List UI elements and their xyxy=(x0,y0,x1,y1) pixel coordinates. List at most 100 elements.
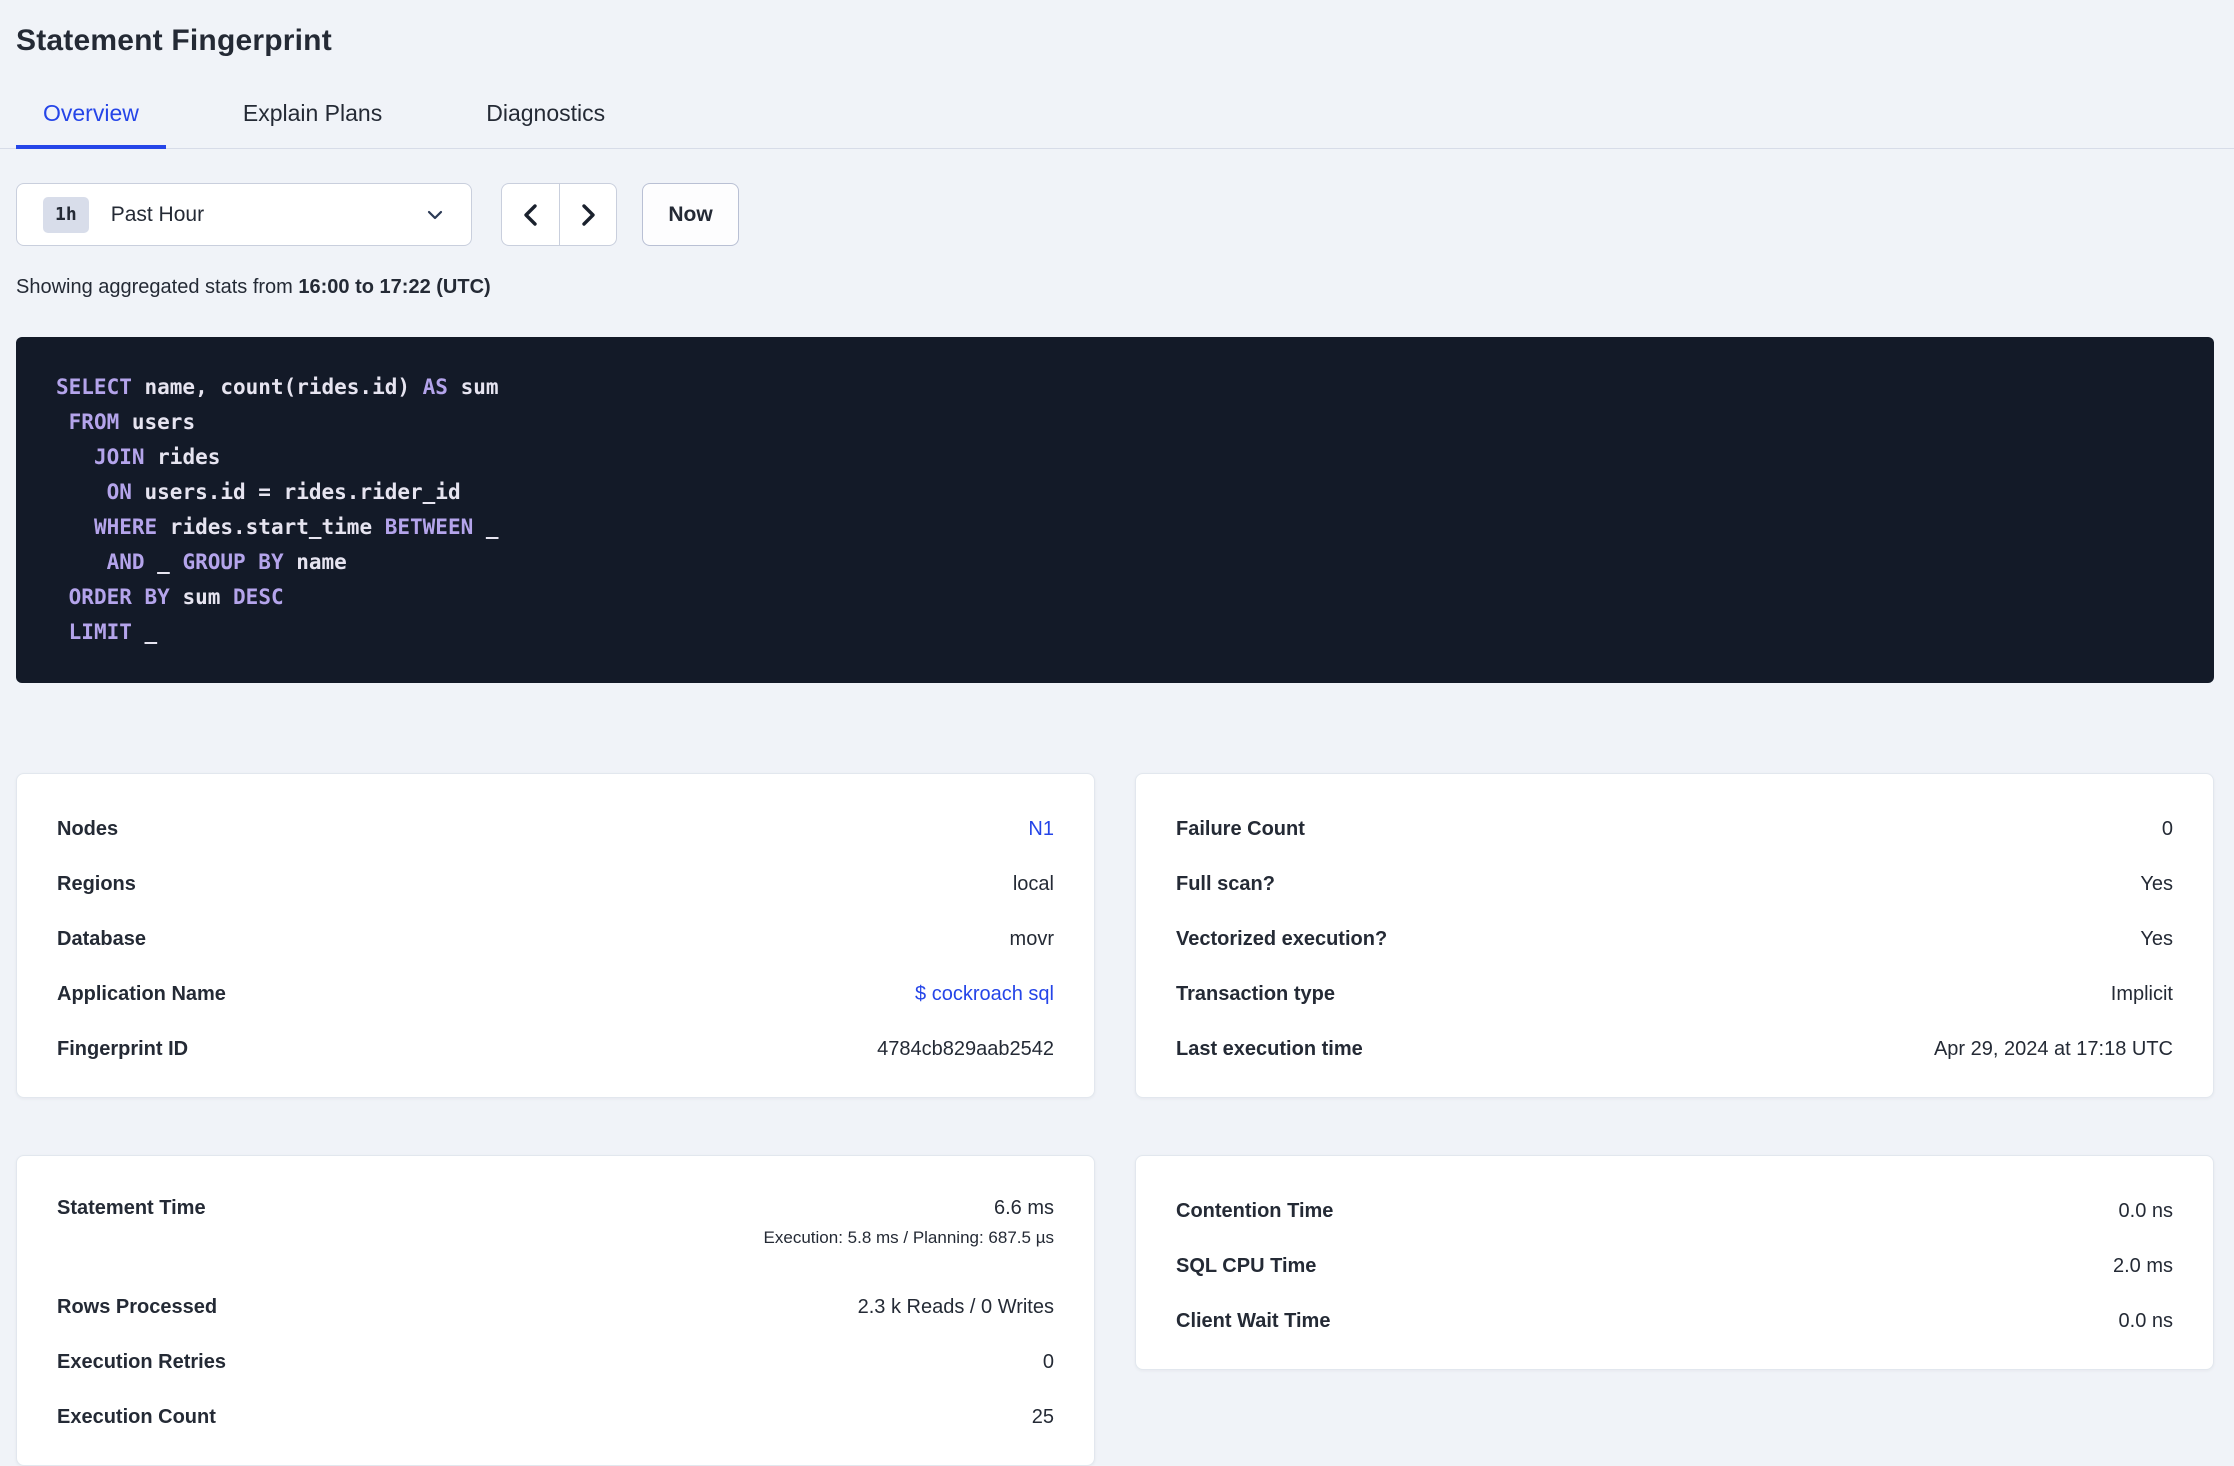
card-row: Failure Count 0 xyxy=(1176,802,2173,857)
row-value-text: Apr 29, 2024 at 17:18 UTC xyxy=(1933,1038,2173,1060)
sql-keyword: AS xyxy=(422,375,448,399)
sql-keyword: SELECT xyxy=(56,375,132,399)
time-range-steppers xyxy=(501,183,617,246)
tab-bar: Overview Explain Plans Diagnostics xyxy=(0,100,2234,149)
sql-text: users xyxy=(119,410,196,434)
card-row: Last execution time Apr 29, 2024 at 17:18… xyxy=(1176,1022,2173,1077)
row-label: Regions xyxy=(57,873,136,895)
row-value-text: 0.0 ns xyxy=(2118,1310,2173,1332)
row-label: Database xyxy=(57,928,146,950)
row-label: Nodes xyxy=(57,818,119,840)
row-value-text: 4784cb829aab2542 xyxy=(877,1038,1054,1060)
row-value: 25 xyxy=(1032,1406,1054,1429)
row-value-text: 2.3 k Reads / 0 Writes xyxy=(857,1296,1054,1318)
tab-overview[interactable]: Overview xyxy=(16,100,166,149)
time-range-label: Past Hour xyxy=(110,202,205,226)
row-label: Transaction type xyxy=(1176,983,1335,1005)
sql-text: _ xyxy=(473,515,499,539)
row-label: Execution Count xyxy=(57,1406,216,1428)
tab-explain-plans[interactable]: Explain Plans xyxy=(216,100,409,149)
tabs: Overview Explain Plans Diagnostics xyxy=(16,100,2214,149)
row-value: 0.0 ns xyxy=(2119,1310,2173,1333)
card-row: Contention Time 0.0 ns xyxy=(1176,1184,2173,1239)
row-value: 0 xyxy=(2162,818,2173,841)
card-row: Client Wait Time 0.0 ns xyxy=(1176,1294,2173,1349)
row-value: Apr 29, 2024 at 17:18 UTC xyxy=(1934,1038,2173,1061)
aggregated-stats-prefix: Showing aggregated stats from xyxy=(16,276,299,298)
row-label: Execution Retries xyxy=(57,1351,226,1373)
row-label: Vectorized execution? xyxy=(1176,928,1388,950)
chevron-left-icon xyxy=(518,202,544,228)
row-value: 2.0 ms xyxy=(2113,1255,2173,1278)
row-value: local xyxy=(1013,873,1054,896)
execution-attributes-card: Failure Count 0 Full scan? Yes Vectorized ex… xyxy=(1135,773,2214,1098)
row-value-text: local xyxy=(1012,873,1054,895)
row-value-text: 6.6 ms xyxy=(993,1197,1054,1219)
aggregated-stats-line: Showing aggregated stats from 16:00 to 1… xyxy=(16,276,2214,299)
row-value-text: Yes xyxy=(2140,873,2173,895)
sql-keyword: AND xyxy=(106,550,145,574)
sql-keyword: LIMIT xyxy=(68,620,132,644)
time-range-dropdown[interactable]: 1h Past Hour xyxy=(16,183,472,246)
row-value-text: Yes xyxy=(2140,928,2173,950)
card-row: Execution Retries 0 xyxy=(57,1335,1054,1390)
chevron-right-icon xyxy=(575,202,601,228)
card-row: Full scan? Yes xyxy=(1176,857,2173,912)
sql-text: name xyxy=(283,550,347,574)
card-row: Database movr xyxy=(57,912,1054,967)
row-value: N1 xyxy=(1028,818,1054,841)
previous-time-range-button[interactable] xyxy=(501,183,559,246)
row-value: 2.3 k Reads / 0 Writes xyxy=(858,1296,1054,1319)
row-value: Yes xyxy=(2140,873,2173,896)
row-label: Application Name xyxy=(57,983,226,1005)
sql-text: _ xyxy=(144,550,183,574)
row-value-link[interactable]: $ cockroach sql xyxy=(915,983,1054,1005)
sql-text: rides.start_time xyxy=(157,515,385,539)
sql-keyword: DESC xyxy=(233,585,284,609)
row-value-subtext: Execution: 5.8 ms / Planning: 687.5 µs xyxy=(763,1228,1054,1247)
sql-keyword: FROM xyxy=(68,410,120,434)
chevron-down-icon xyxy=(425,205,445,225)
next-time-range-button[interactable] xyxy=(559,183,617,246)
now-button[interactable]: Now xyxy=(642,183,739,246)
statement-fingerprint-page: Statement Fingerprint Overview Explain Pl… xyxy=(0,0,2234,1466)
card-row: Application Name $ cockroach sql xyxy=(57,967,1054,1022)
row-value: 0.0 ns xyxy=(2119,1200,2173,1223)
sql-keyword: BETWEEN xyxy=(384,515,474,539)
row-value: movr xyxy=(1010,928,1054,951)
row-label: Statement Time xyxy=(57,1197,206,1219)
row-label: Failure Count xyxy=(1176,818,1305,840)
time-range-badge: 1h xyxy=(43,196,89,233)
card-row: Nodes N1 xyxy=(57,802,1054,857)
row-value-link[interactable]: N1 xyxy=(1028,818,1054,840)
row-value-text: 0 xyxy=(1042,1351,1054,1373)
row-value: Implicit xyxy=(2111,983,2173,1006)
card-row: Regions local xyxy=(57,857,1054,912)
row-label: Fingerprint ID xyxy=(57,1038,189,1060)
row-value-text: 25 xyxy=(1031,1406,1054,1428)
row-label: SQL CPU Time xyxy=(1176,1255,1317,1277)
tab-diagnostics[interactable]: Diagnostics xyxy=(459,100,632,149)
overview-details-card: Nodes N1 Regions local Database movr Applicati… xyxy=(16,773,1095,1098)
row-value: Yes xyxy=(2140,928,2173,951)
sql-text: _ xyxy=(131,620,158,644)
sql-keyword: JOIN xyxy=(93,445,145,469)
row-label: Contention Time xyxy=(1176,1200,1334,1222)
row-label: Full scan? xyxy=(1176,873,1275,895)
row-value-text: 2.0 ms xyxy=(2112,1255,2173,1277)
sql-text: name, count(rides.id) xyxy=(131,375,423,399)
row-value-text: 0.0 ns xyxy=(2118,1200,2173,1222)
statement-timing-card: Statement Time 6.6 ms Execution: 5.8 ms / … xyxy=(16,1155,1095,1466)
row-label: Client Wait Time xyxy=(1176,1310,1331,1332)
row-label: Last execution time xyxy=(1176,1038,1363,1060)
sql-keyword: GROUP BY xyxy=(182,550,284,574)
sql-text: sum xyxy=(169,585,234,609)
row-value-text: Implicit xyxy=(2110,983,2173,1005)
